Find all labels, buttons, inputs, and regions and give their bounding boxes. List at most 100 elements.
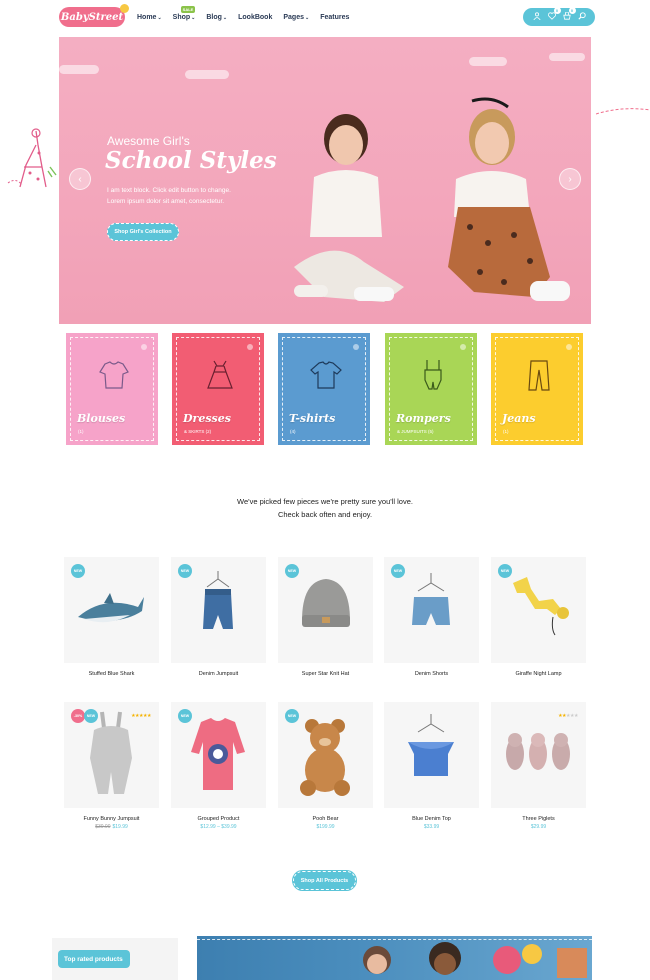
nav-shop[interactable]: Shop⌄ SALE [173,5,196,21]
product-price: $33.99 [423,824,440,830]
nav-label: Pages [283,13,304,21]
product-name[interactable]: Three Piglets [491,816,586,822]
product-card[interactable]: ★★★★★ Three Piglets $29.99 [491,702,586,830]
rating-stars: ★★★★★ [131,713,151,719]
category-blouses[interactable]: Blouses (1) [66,333,158,445]
category-frame: T-shirts (4) [282,337,366,441]
category-jeans[interactable]: Jeans (1) [491,333,583,445]
product-card[interactable]: NEW Denim Jumpsuit [171,557,266,677]
product-card[interactable]: NEW Pooh Bear $199.99 [278,702,373,830]
product-card[interactable]: -30% NEW ★★★★★ Funny Bunny Jumpsuit $30.… [64,702,159,830]
category-frame: Jeans (1) [495,337,579,441]
product-name[interactable]: Giraffe Night Lamp [491,671,586,677]
product-image[interactable]: NEW [491,557,586,663]
product-image[interactable]: NEW [64,557,159,663]
search-icon[interactable] [577,12,586,22]
nav-features[interactable]: Features [320,14,349,21]
category-tshirts[interactable]: T-shirts (4) [278,333,370,445]
new-badge: NEW [84,709,98,723]
product-name[interactable]: Stuffed Blue Shark [64,671,159,677]
product-image[interactable]: NEW [384,557,479,663]
chevron-down-icon: ⌄ [222,14,228,21]
category-count: & JUMPSUITS (5) [397,429,434,434]
product-card[interactable]: NEW Denim Shorts [384,557,479,677]
top-rated-heading[interactable]: Top rated products [58,950,130,968]
category-name: T-shirts [289,412,336,425]
dashed-line-decoration [596,108,650,115]
product-image[interactable]: NEW [278,557,373,663]
chevron-down-icon: ⌄ [191,14,196,21]
logo[interactable]: BabyStreet [59,4,129,27]
nav-label: Features [320,13,350,21]
category-frame: Rompers & JUMPSUITS (5) [389,337,473,441]
new-badge: NEW [285,564,299,578]
product-card[interactable]: Blue Denim Top $33.99 [384,702,479,830]
category-frame: Dresses & SKIRTS (2) [176,337,260,441]
product-name[interactable]: Pooh Bear [278,816,373,822]
product-name[interactable]: Super Star Knit Hat [278,671,373,677]
category-dresses[interactable]: Dresses & SKIRTS (2) [172,333,264,445]
blouse-icon [99,361,129,389]
product-image[interactable] [384,702,479,808]
giraffe-illustration [7,128,57,188]
product-name[interactable]: Funny Bunny Jumpsuit [64,816,159,822]
cart-icon[interactable]: 0 [562,7,576,22]
sale-badge: -30% [71,709,85,723]
shop-girls-collection-button[interactable]: Shop Girl's Collection [107,223,179,241]
nav-pages[interactable]: Pages⌄ [283,14,309,21]
new-badge: NEW [285,709,299,723]
jeans-icon [528,360,550,391]
slider-next-button[interactable]: › [559,168,581,190]
category-count: & SKIRTS (2) [184,429,212,434]
nav-label: Blog [206,13,222,21]
product-card[interactable]: NEW Grouped Product $12.99 – $39.99 [171,702,266,830]
cart-count: 0 [568,7,576,14]
product-name[interactable]: Denim Shorts [384,671,479,677]
category-frame: Blouses (1) [70,337,154,441]
chevron-right-icon: › [568,173,572,185]
new-badge: NEW [178,564,192,578]
category-count: (1) [78,429,84,434]
old-price: $30.00 [95,824,111,830]
nav-blog[interactable]: Blog⌄ [206,14,227,21]
category-count: (4) [290,429,296,434]
nav-home[interactable]: Home⌄ [137,14,162,21]
category-name: Rompers [396,412,451,425]
nav-label: LookBook [238,13,273,21]
product-name[interactable]: Blue Denim Top [384,816,479,822]
nav-lookbook[interactable]: LookBook [238,14,272,21]
tag-hole [353,344,359,350]
product-card[interactable]: NEW Super Star Knit Hat [278,557,373,677]
user-icon[interactable] [532,12,541,22]
cloud [59,65,99,74]
romper-icon [424,360,442,390]
dress-icon [207,360,233,389]
product-card[interactable]: NEW Giraffe Night Lamp [491,557,586,677]
banner-photo-kids [363,942,587,978]
price: $19.99 [112,824,128,830]
cloud [185,70,229,79]
heart-icon[interactable]: 0 [547,7,561,22]
product-card[interactable]: NEW Stuffed Blue Shark [64,557,159,677]
product-name[interactable]: Grouped Product [171,816,266,822]
product-image[interactable]: ★★★★★ [491,702,586,808]
tag-hole [566,344,572,350]
product-name[interactable]: Denim Jumpsuit [171,671,266,677]
tshirt-icon [310,361,342,389]
tag-hole [141,344,147,350]
slider-prev-button[interactable]: ‹ [69,168,91,190]
product-image[interactable]: NEW [171,702,266,808]
shop-all-products-button[interactable]: Shop All Products [293,871,356,890]
product-image[interactable]: NEW [171,557,266,663]
hero-photo-girls [294,97,570,302]
product-price: $12.99 – $39.99 [200,824,237,830]
site-header: BabyStreet Home⌄ Shop⌄ SALE Blog⌄ LookBoo… [59,4,595,28]
new-badge: NEW [178,709,192,723]
tag-hole [460,344,466,350]
category-name: Dresses [183,412,231,425]
product-image[interactable]: -30% NEW ★★★★★ [64,702,159,808]
category-name: Blouses [77,412,126,425]
product-price: $29.99 [530,824,547,830]
product-image[interactable]: NEW [278,702,373,808]
category-rompers[interactable]: Rompers & JUMPSUITS (5) [385,333,477,445]
